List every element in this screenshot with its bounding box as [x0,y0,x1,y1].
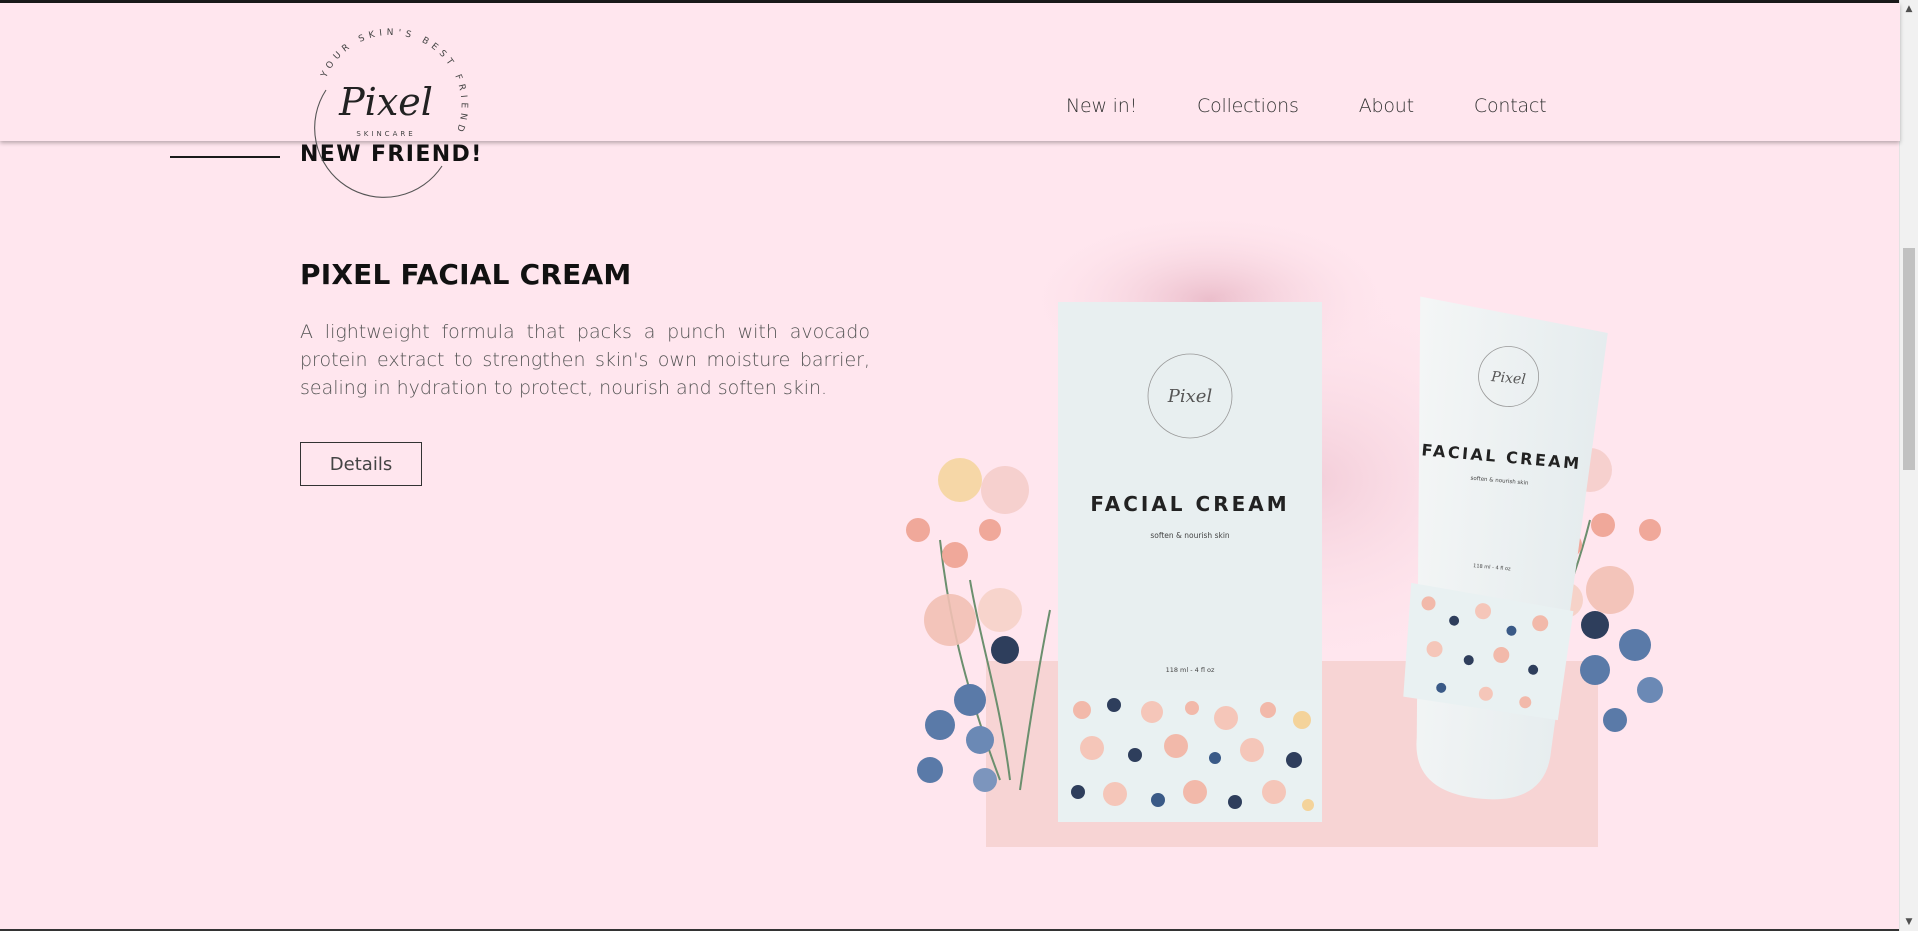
nav-item-collections[interactable]: Collections [1197,95,1299,117]
box-title: FACIAL CREAM [1090,492,1289,516]
scrollbar-thumb[interactable] [1903,248,1915,470]
box-subtitle: soften & nourish skin [1150,531,1230,540]
product-description: A lightweight formula that packs a punch… [300,321,870,399]
nav-item-new-in[interactable]: New in! [1066,95,1137,117]
logo-wordmark: Pixel [338,80,433,124]
section-divider [170,156,280,158]
logo-subtitle: SKINCARE [356,130,415,138]
box-volume: 118 ml - 4 fl oz [1166,666,1215,674]
box-logo: Pixel [1167,386,1213,407]
vertical-scrollbar[interactable]: ▲ ▼ [1899,0,1918,931]
site-header: New in! Collections About Contact [0,3,1900,141]
product-title: PIXEL FACIAL CREAM [300,258,632,291]
triangle-up-icon[interactable]: ▲ [1900,0,1918,18]
nav-item-contact[interactable]: Contact [1474,95,1547,117]
nav-item-about[interactable]: About [1359,95,1414,117]
details-button[interactable]: Details [300,442,422,486]
product-box: Pixel FACIAL CREAM soften & nourish skin… [1058,302,1322,822]
tube-logo: Pixel [1490,369,1527,388]
main-nav: New in! Collections About Contact [1066,95,1547,117]
triangle-down-icon[interactable]: ▼ [1900,913,1918,931]
product-image: Pixel FACIAL CREAM soften & nourish skin… [906,210,1663,847]
brand-logo[interactable]: YOUR SKIN'S BEST FRIEND Pixel SKINCARE [296,28,476,198]
